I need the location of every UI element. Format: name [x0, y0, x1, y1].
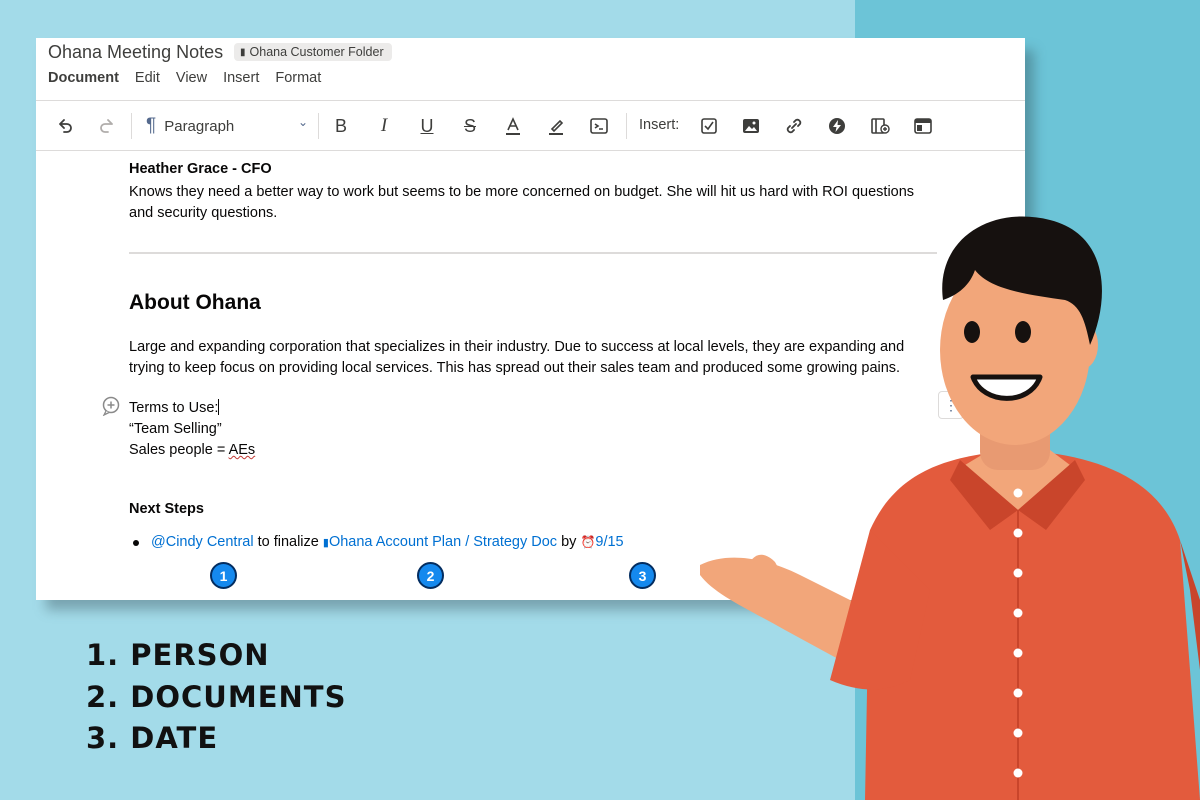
toolbar: ¶ Paragraph ⌄ B I U S Insert:	[36, 100, 1025, 151]
undo-icon[interactable]	[52, 113, 78, 139]
document-title[interactable]: Ohana Meeting Notes	[48, 42, 223, 63]
number-marker: 1	[210, 562, 237, 589]
folder-label: Ohana Customer Folder	[249, 45, 384, 59]
terms-item: Sales people =	[129, 442, 229, 458]
bold-icon[interactable]: B	[328, 113, 354, 139]
paragraph-icon: ¶	[146, 115, 157, 136]
insert-label: Insert:	[639, 117, 680, 133]
number-marker: 2	[417, 562, 444, 589]
terms-label: Terms to Use:	[129, 400, 219, 416]
underline-icon[interactable]: U	[414, 113, 440, 139]
text-color-icon[interactable]	[500, 113, 526, 139]
menu-format[interactable]: Format	[275, 70, 321, 86]
add-comment-icon[interactable]	[101, 396, 121, 417]
folder-pill[interactable]: ▮ Ohana Customer Folder	[234, 43, 392, 61]
lightning-icon[interactable]	[824, 113, 850, 139]
alarm-clock-icon: ⏰	[580, 535, 596, 549]
spellcheck-word[interactable]: AEs	[229, 442, 256, 458]
highlight-icon[interactable]	[543, 113, 569, 139]
next-steps-heading: Next Steps	[129, 501, 204, 517]
bullet	[133, 540, 139, 546]
menu-view[interactable]: View	[176, 70, 207, 86]
toolbar-divider	[131, 113, 132, 139]
terms-item: “Team Selling”	[129, 421, 222, 437]
menu-insert[interactable]: Insert	[223, 70, 259, 86]
paragraph-style-label: Paragraph	[164, 117, 235, 135]
number-marker: 3	[629, 562, 656, 589]
callout-date: 3. DATE	[86, 721, 219, 755]
checkbox-icon[interactable]	[696, 113, 722, 139]
chevron-down-icon: ⌄	[297, 115, 308, 129]
table-insert-icon[interactable]	[867, 113, 893, 139]
image-icon[interactable]	[738, 113, 764, 139]
text-cursor	[218, 399, 220, 415]
callout-documents: 2. DOCUMENTS	[86, 680, 347, 714]
code-block-icon[interactable]	[586, 113, 612, 139]
toolbar-divider	[626, 113, 627, 139]
link-icon[interactable]	[781, 113, 807, 139]
menu-document[interactable]: Document	[48, 70, 119, 86]
italic-icon[interactable]: I	[371, 113, 397, 139]
strikethrough-icon[interactable]: S	[457, 113, 483, 139]
menu-edit[interactable]: Edit	[135, 70, 160, 86]
document-header: Ohana Meeting Notes ▮ Ohana Customer Fol…	[36, 38, 1025, 100]
date-chip[interactable]: 9/15	[595, 534, 623, 550]
person-name: Heather Grace - CFO	[129, 161, 272, 177]
callout-person: 1. PERSON	[86, 638, 270, 672]
folder-icon: ▮	[240, 46, 246, 58]
step-text: by	[557, 534, 581, 550]
terms-block: Terms to Use: “Team Selling” Sales peopl…	[129, 398, 255, 461]
paragraph-style-select[interactable]: ¶ Paragraph ⌄	[146, 113, 308, 139]
about-heading: About Ohana	[129, 291, 261, 314]
redo-icon[interactable]	[94, 113, 120, 139]
menu-bar: Document Edit View Insert Format	[48, 70, 321, 86]
embed-icon[interactable]	[910, 113, 936, 139]
document-link[interactable]: Ohana Account Plan / Strategy Doc	[329, 534, 557, 550]
person-mention-link[interactable]: @Cindy Central	[151, 534, 254, 550]
toolbar-divider	[318, 113, 319, 139]
step-text: to finalize	[253, 534, 323, 550]
list-item: @Cindy Central to finalize ▮Ohana Accoun…	[133, 534, 624, 550]
presenter-character-illustration	[700, 216, 1200, 800]
